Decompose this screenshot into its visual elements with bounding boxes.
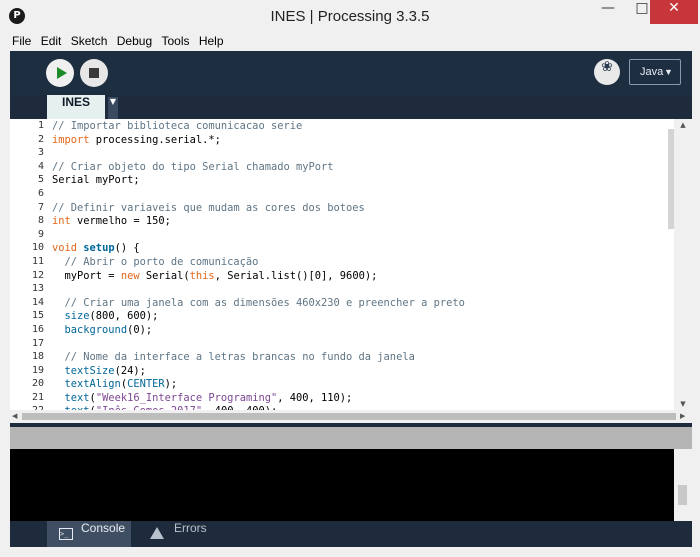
ide-body: ❀ Java ▼ INES ▼ 1 2 3 4 5 6 7 8 9 10 11 12 13 14 15 16 1… xyxy=(10,51,692,547)
tab-bar: INES ▼ xyxy=(10,95,692,119)
line-number: 16 xyxy=(31,323,44,335)
editor-horizontal-scroll-thumb[interactable] xyxy=(22,413,676,420)
code-line[interactable]: background(0); xyxy=(52,324,662,338)
code-line[interactable] xyxy=(52,188,662,202)
code-line[interactable]: Serial myPort; xyxy=(52,174,662,188)
line-number-gutter: 12345678910111213141516171819202122 xyxy=(10,119,48,410)
console-output[interactable] xyxy=(10,449,692,521)
tab-errors-label: Errors xyxy=(174,521,207,535)
line-number: 13 xyxy=(31,283,44,295)
line-number: 8 xyxy=(37,215,44,227)
line-number: 18 xyxy=(31,351,44,363)
code-line[interactable]: size(800, 600); xyxy=(52,310,662,324)
scroll-up-icon[interactable]: ▲ xyxy=(674,119,692,131)
close-icon[interactable]: ✕ xyxy=(650,0,698,24)
line-number: 5 xyxy=(37,174,44,186)
line-number: 2 xyxy=(37,133,44,145)
mode-selector[interactable]: Java ▼ xyxy=(629,59,681,85)
code-line[interactable]: text("Week16_Interface Programing", 400,… xyxy=(52,392,662,406)
tab-console-label: Console xyxy=(81,521,126,535)
menu-file[interactable]: File xyxy=(12,32,31,48)
editor-horizontal-scrollbar[interactable]: ◀ ▶ xyxy=(10,410,692,423)
tab-ines[interactable]: INES xyxy=(47,95,105,119)
play-icon xyxy=(57,67,67,79)
menu-edit[interactable]: Edit xyxy=(41,32,62,48)
line-number: 21 xyxy=(31,391,44,403)
run-button[interactable] xyxy=(46,59,74,87)
title-bar: P INES | Processing 3.3.5 — □ ✕ xyxy=(0,0,700,33)
menu-bar: File Edit Sketch Debug Tools Help xyxy=(0,32,700,50)
butterfly-icon: ❀ xyxy=(601,59,613,75)
line-number: 4 xyxy=(37,160,44,172)
debug-button[interactable]: ❀ xyxy=(594,59,620,85)
code-area[interactable]: // Importar biblioteca comunicacao serie… xyxy=(52,120,662,410)
line-number: 11 xyxy=(31,255,44,267)
code-line[interactable]: // Criar objeto do tipo Serial chamado m… xyxy=(52,161,662,175)
chevron-down-icon: ▼ xyxy=(664,67,673,77)
code-line[interactable]: // Abrir o porto de comunicação xyxy=(52,256,662,270)
scroll-right-icon[interactable]: ▶ xyxy=(680,410,685,423)
code-line[interactable]: // Criar uma janela com as dimensões 460… xyxy=(52,297,662,311)
warning-icon xyxy=(150,527,164,539)
code-line[interactable]: // Importar biblioteca comunicacao serie xyxy=(52,120,662,134)
stop-icon xyxy=(89,68,99,78)
scroll-left-icon[interactable]: ◀ xyxy=(12,410,17,423)
code-line[interactable]: // Nome da interface a letras brancas no… xyxy=(52,351,662,365)
mode-label: Java xyxy=(640,66,664,78)
line-number: 6 xyxy=(37,187,44,199)
code-line[interactable]: void setup() { xyxy=(52,242,662,256)
line-number: 3 xyxy=(37,147,44,159)
console-scroll-thumb[interactable] xyxy=(678,485,687,505)
toolbar: ❀ Java ▼ xyxy=(10,51,692,95)
code-editor[interactable]: 12345678910111213141516171819202122 // I… xyxy=(10,119,692,410)
code-line[interactable]: import processing.serial.*; xyxy=(52,134,662,148)
line-number: 14 xyxy=(31,296,44,308)
code-line[interactable] xyxy=(52,229,662,243)
code-line[interactable]: // Definir variaveis que mudam as cores … xyxy=(52,202,662,216)
stop-button[interactable] xyxy=(80,59,108,87)
code-line[interactable] xyxy=(52,147,662,161)
code-line[interactable] xyxy=(52,283,662,297)
scroll-down-icon[interactable]: ▼ xyxy=(674,398,692,410)
code-line[interactable] xyxy=(52,338,662,352)
line-number: 10 xyxy=(31,242,44,254)
bottom-tab-bar: >_ Console Errors xyxy=(10,521,692,547)
line-number: 1 xyxy=(37,120,44,131)
line-number: 9 xyxy=(37,228,44,240)
editor-vertical-scrollbar[interactable] xyxy=(674,119,692,410)
line-number: 12 xyxy=(31,269,44,281)
menu-help[interactable]: Help xyxy=(199,32,224,48)
code-line[interactable]: int vermelho = 150; xyxy=(52,215,662,229)
line-number: 19 xyxy=(31,364,44,376)
console-icon: >_ xyxy=(59,528,73,540)
chevron-down-icon: ▼ xyxy=(109,97,117,106)
menu-tools[interactable]: Tools xyxy=(161,32,189,48)
menu-debug[interactable]: Debug xyxy=(117,32,152,48)
tab-menu-button[interactable]: ▼ xyxy=(108,97,118,119)
menu-sketch[interactable]: Sketch xyxy=(71,32,108,48)
tab-console[interactable]: >_ Console xyxy=(47,521,131,547)
line-number: 15 xyxy=(31,310,44,322)
line-number: 7 xyxy=(37,201,44,213)
tab-errors[interactable]: Errors xyxy=(138,521,218,547)
status-bar xyxy=(10,427,692,449)
line-number: 20 xyxy=(31,378,44,390)
line-number: 17 xyxy=(31,337,44,349)
code-line[interactable]: textAlign(CENTER); xyxy=(52,378,662,392)
code-line[interactable]: myPort = new Serial(this, Serial.list()[… xyxy=(52,270,662,284)
code-line[interactable]: textSize(24); xyxy=(52,365,662,379)
